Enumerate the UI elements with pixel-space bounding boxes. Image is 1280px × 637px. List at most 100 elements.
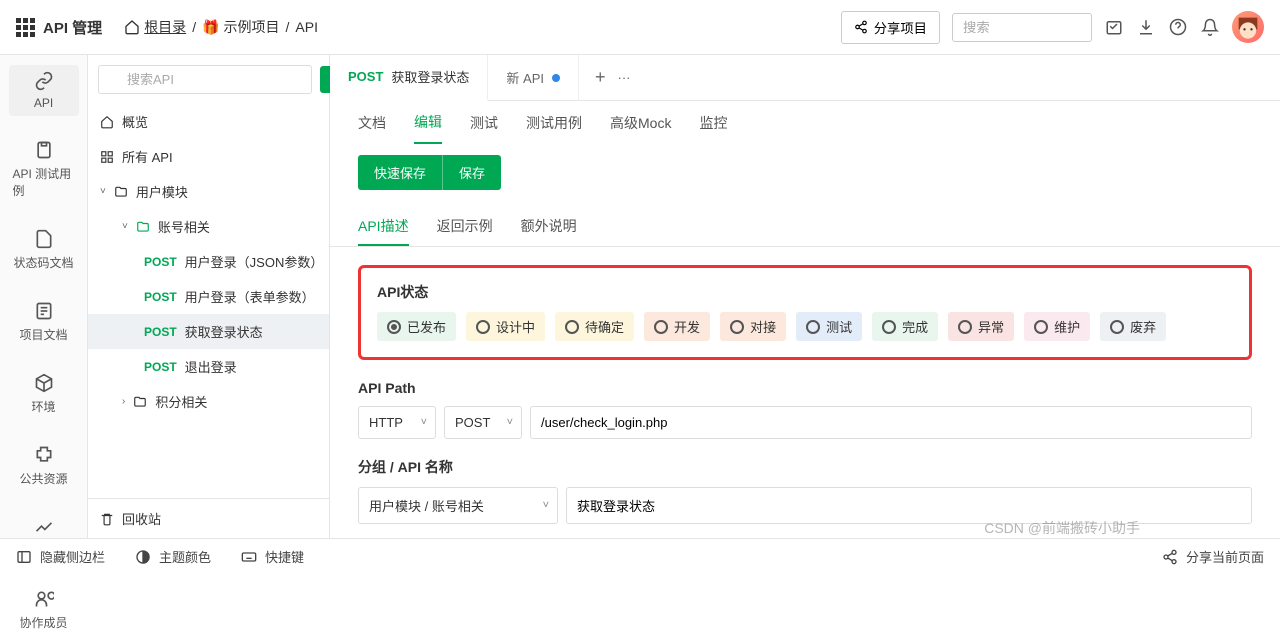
help-icon[interactable] <box>1168 17 1188 37</box>
more-tabs-button[interactable]: ··· <box>618 70 631 85</box>
folder-icon <box>114 185 128 199</box>
tab-new-api[interactable]: 新 API <box>488 55 579 101</box>
status-opt[interactable]: 测试 <box>796 312 862 341</box>
tree-all-api[interactable]: 所有 API <box>88 139 329 174</box>
rail-public[interactable]: 公共资源 <box>9 439 79 493</box>
sidebar-icon <box>16 549 32 565</box>
tree-api-item[interactable]: POST退出登录 <box>88 349 329 384</box>
desc-tab-api[interactable]: API描述 <box>358 208 409 246</box>
bell-icon[interactable] <box>1200 17 1220 37</box>
status-options: 已发布 设计中 待确定 开发 对接 测试 完成 异常 维护 废弃 <box>377 312 1233 341</box>
quick-save-button[interactable]: 快速保存 <box>358 155 443 190</box>
avatar[interactable] <box>1232 11 1264 43</box>
gift-icon: 🎁 <box>202 19 219 36</box>
share-project-button[interactable]: 分享项目 <box>841 11 940 44</box>
api-name-input[interactable] <box>566 487 1252 524</box>
api-status-box: API状态 已发布 设计中 待确定 开发 对接 测试 完成 异常 维护 废弃 <box>358 265 1252 360</box>
trash-icon <box>100 512 114 526</box>
breadcrumb-project[interactable]: 🎁 示例项目 <box>202 17 279 37</box>
share-icon <box>854 20 868 34</box>
radio-icon <box>958 320 972 334</box>
subnav-doc[interactable]: 文档 <box>358 103 386 143</box>
tree-api-item[interactable]: POST用户登录（JSON参数） <box>88 244 329 279</box>
app-brand: API 管理 <box>16 17 102 38</box>
share-page-button[interactable]: 分享当前页面 <box>1162 547 1264 566</box>
status-opt[interactable]: 待确定 <box>555 312 634 341</box>
path-input[interactable] <box>530 406 1252 439</box>
status-opt[interactable]: 维护 <box>1024 312 1090 341</box>
radio-icon <box>806 320 820 334</box>
download-icon[interactable] <box>1136 17 1156 37</box>
status-opt[interactable]: 已发布 <box>377 312 456 341</box>
method-select[interactable]: POST <box>444 406 522 439</box>
rail-api[interactable]: API <box>9 65 79 116</box>
status-title: API状态 <box>377 282 1233 302</box>
chart-icon <box>34 517 54 537</box>
tree-api-item[interactable]: POST获取登录状态 <box>88 314 329 349</box>
folder-icon <box>133 395 147 409</box>
global-search-input[interactable] <box>952 13 1092 42</box>
tab-active[interactable]: POST获取登录状态 <box>330 55 488 101</box>
folder-icon <box>136 220 150 234</box>
puzzle-icon <box>34 445 54 465</box>
sidebar-search-input[interactable] <box>98 65 312 94</box>
breadcrumb-root[interactable]: 根目录 <box>124 17 186 37</box>
bottom-bar: 隐藏侧边栏 主题颜色 快捷键 分享当前页面 <box>0 538 1280 574</box>
status-opt[interactable]: 对接 <box>720 312 786 341</box>
link-icon <box>34 71 54 91</box>
rail-env[interactable]: 环境 <box>9 367 79 421</box>
desc-tab-response[interactable]: 返回示例 <box>437 208 493 246</box>
unsaved-dot-icon <box>552 74 560 82</box>
rail-cases[interactable]: API 测试用例 <box>9 134 79 205</box>
add-tab-button[interactable]: + <box>595 67 606 88</box>
subnav-mock[interactable]: 高级Mock <box>610 103 671 143</box>
file-icon <box>34 229 54 249</box>
topbar-right: 分享项目 <box>841 11 1264 44</box>
app-title: API 管理 <box>43 17 102 38</box>
desc-tab-extra[interactable]: 额外说明 <box>521 208 577 246</box>
tree-user-module[interactable]: ˅用户模块 <box>88 174 329 209</box>
status-opt[interactable]: 废弃 <box>1100 312 1166 341</box>
users-icon <box>34 589 54 609</box>
protocol-select[interactable]: HTTP <box>358 406 436 439</box>
rail-team[interactable]: 协作成员 <box>9 583 79 637</box>
shortcut-button[interactable]: 快捷键 <box>241 547 304 566</box>
save-button[interactable]: 保存 <box>443 155 501 190</box>
subnav-test[interactable]: 测试 <box>470 103 498 143</box>
radio-icon <box>476 320 490 334</box>
theme-button[interactable]: 主题颜色 <box>135 547 211 566</box>
tree-api-item[interactable]: POST用户登录（表单参数） <box>88 279 329 314</box>
subnav-edit[interactable]: 编辑 <box>414 102 442 144</box>
tree-points-group[interactable]: ›积分相关 <box>88 384 329 419</box>
radio-icon <box>654 320 668 334</box>
chevron-down-icon: ˅ <box>100 186 106 197</box>
keyboard-icon <box>241 549 257 565</box>
desc-tabs: API描述 返回示例 额外说明 <box>330 208 1280 247</box>
sidebar-trash[interactable]: 回收站 <box>88 498 329 538</box>
breadcrumb: 根目录 / 🎁 示例项目 / API <box>124 17 318 37</box>
subnav-monitor[interactable]: 监控 <box>699 103 727 143</box>
group-select[interactable]: 用户模块 / 账号相关 <box>358 487 558 524</box>
apps-grid-icon[interactable] <box>16 18 35 37</box>
breadcrumb-leaf: API <box>295 19 318 35</box>
cube-icon <box>34 373 54 393</box>
clipboard-icon <box>34 140 54 160</box>
palette-icon <box>135 549 151 565</box>
chevron-right-icon: › <box>122 396 125 407</box>
status-opt[interactable]: 设计中 <box>466 312 545 341</box>
radio-icon <box>882 320 896 334</box>
hide-sidebar-button[interactable]: 隐藏侧边栏 <box>16 547 105 566</box>
status-opt[interactable]: 异常 <box>948 312 1014 341</box>
rail-statusdoc[interactable]: 状态码文档 <box>9 223 79 277</box>
calendar-icon[interactable] <box>1104 17 1124 37</box>
status-opt[interactable]: 开发 <box>644 312 710 341</box>
sidebar: +API▾ 概览 所有 API ˅用户模块 ˅账号相关 POST用户登录（JSO… <box>88 55 330 538</box>
status-opt[interactable]: 完成 <box>872 312 938 341</box>
tree-account-group[interactable]: ˅账号相关 <box>88 209 329 244</box>
chevron-down-icon: ˅ <box>122 221 128 232</box>
left-rail: API API 测试用例 状态码文档 项目文档 环境 公共资源 统计分析 协作成… <box>0 55 88 538</box>
rail-projdoc[interactable]: 项目文档 <box>9 295 79 349</box>
tree-overview[interactable]: 概览 <box>88 104 329 139</box>
tab-bar: POST获取登录状态 新 API + ··· <box>330 55 1280 101</box>
subnav-cases[interactable]: 测试用例 <box>526 103 582 143</box>
